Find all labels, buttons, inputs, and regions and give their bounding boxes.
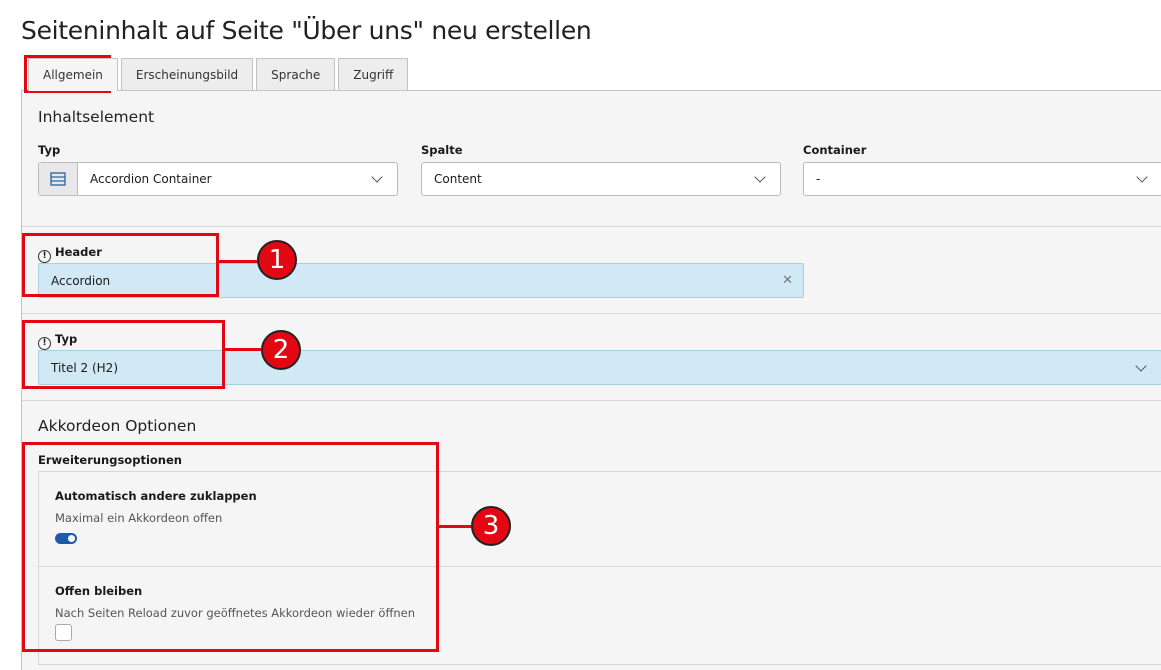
chevron-down-icon	[754, 171, 766, 183]
divider	[22, 226, 1161, 227]
tab-sprache[interactable]: Sprache	[256, 58, 336, 90]
section-title-akkordeon: Akkordeon Optionen	[38, 417, 197, 435]
tab-erscheinungsbild[interactable]: Erscheinungsbild	[120, 58, 254, 90]
annotation-badge-1: 1	[257, 240, 297, 280]
chevron-down-icon	[1135, 359, 1147, 372]
type-label: Typ	[38, 143, 61, 157]
annotation-box-3	[22, 442, 439, 652]
chevron-down-icon	[371, 171, 383, 183]
annotation-line-3	[439, 525, 475, 528]
container-select[interactable]: -	[803, 162, 1161, 196]
type-select-value: Accordion Container	[90, 172, 212, 186]
page-title: Seiteninhalt auf Seite "Über uns" neu er…	[21, 16, 592, 45]
column-label: Spalte	[421, 143, 463, 157]
annotation-line-2	[225, 348, 265, 351]
annotation-box-2	[22, 320, 225, 389]
type-select[interactable]: Accordion Container	[38, 162, 398, 196]
tab-allgemein[interactable]: Allgemein	[28, 58, 118, 91]
tab-zugriff[interactable]: Zugriff	[338, 58, 409, 90]
column-select[interactable]: Content	[421, 162, 781, 196]
clear-icon[interactable]: ✕	[782, 273, 793, 288]
section-title-inhaltselement: Inhaltselement	[38, 108, 155, 126]
container-select-value: -	[816, 172, 821, 186]
content-element-icon	[39, 163, 78, 195]
divider	[22, 400, 1161, 401]
container-label: Container	[803, 143, 867, 157]
annotation-box-1	[22, 233, 219, 297]
annotation-badge-3: 3	[471, 506, 511, 546]
tab-bar: Allgemein Erscheinungsbild Sprache Zugri…	[28, 58, 411, 91]
annotation-line-1	[219, 260, 261, 263]
annotation-badge-2: 2	[261, 330, 301, 370]
divider	[22, 313, 1161, 314]
chevron-down-icon	[1136, 171, 1148, 183]
column-select-value: Content	[434, 172, 482, 186]
